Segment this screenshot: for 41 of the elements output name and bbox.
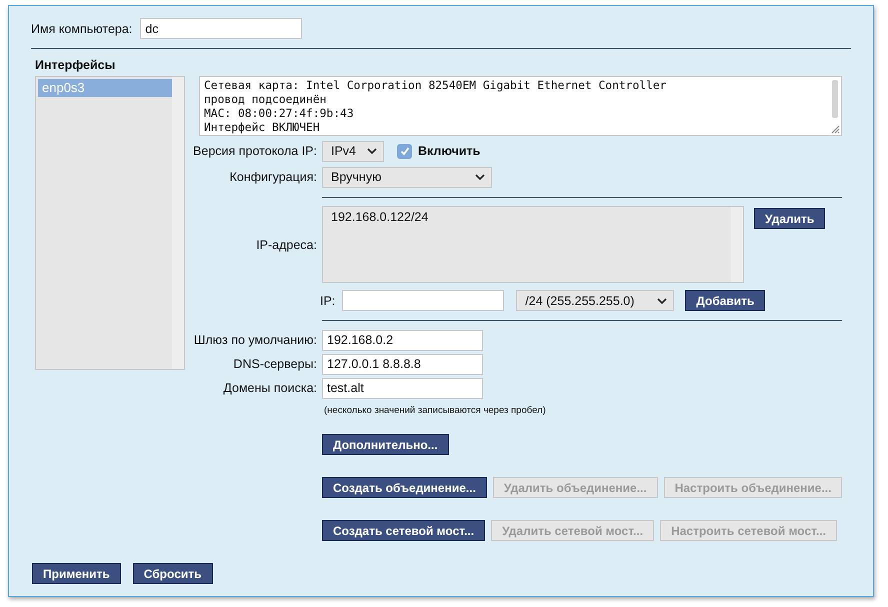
ip-field[interactable] bbox=[342, 290, 504, 311]
enable-checkbox[interactable] bbox=[397, 144, 412, 158]
info-line: Интерфейс ВКЛЮЧЕН bbox=[204, 121, 320, 135]
ip-address-item[interactable]: 192.168.0.122/24 bbox=[325, 209, 731, 225]
add-button[interactable]: Добавить bbox=[685, 290, 766, 311]
hostname-label: Имя компьютера: bbox=[31, 22, 132, 36]
configuration-dropdown[interactable]: Вручную bbox=[322, 166, 492, 188]
chevron-down-icon bbox=[475, 174, 485, 180]
field-label: Домены поиска: bbox=[222, 381, 317, 395]
hostname-field[interactable]: dc bbox=[140, 18, 302, 39]
action-button[interactable]: Создать объединение... bbox=[322, 477, 487, 498]
reset-button[interactable]: Сбросить bbox=[132, 563, 212, 584]
checkmark-icon bbox=[398, 145, 410, 157]
text-field[interactable]: 192.168.0.2 bbox=[322, 330, 483, 350]
more-button[interactable]: Дополнительно... bbox=[322, 434, 449, 455]
text-field[interactable]: test.alt bbox=[322, 378, 483, 398]
hint-text: (несколько значений записываются через пробел) bbox=[324, 405, 547, 416]
ip-version-label: Версия протокола IP: bbox=[192, 144, 317, 158]
field-label: DNS-серверы: bbox=[232, 357, 317, 371]
ip-label: IP: bbox=[320, 294, 336, 308]
resize-grip-icon[interactable] bbox=[831, 125, 840, 134]
ip-version-dropdown[interactable]: IPv4 bbox=[322, 140, 384, 162]
chevron-down-icon bbox=[367, 148, 377, 154]
interfaces-heading: Интерфейсы bbox=[35, 58, 116, 72]
field-label: Шлюз по умолчанию: bbox=[192, 333, 317, 347]
info-line: MAC: 08:00:27:4f:9b:43 bbox=[204, 107, 354, 121]
info-line: Сетевая карта: Intel Corporation 82540EM Gigabit Ethernet Controller bbox=[204, 79, 666, 93]
configuration-label: Конфигурация: bbox=[228, 170, 317, 184]
enable-label: Включить bbox=[418, 144, 480, 158]
ip-addresses-label: IP-адреса: bbox=[255, 238, 317, 252]
scrollbar[interactable] bbox=[832, 80, 838, 118]
info-line: провод подсоединён bbox=[204, 93, 326, 107]
action-button[interactable]: Создать сетевой мост... bbox=[322, 520, 486, 541]
mask-dropdown[interactable]: /24 (255.255.255.0) bbox=[516, 290, 674, 311]
delete-button[interactable]: Удалить bbox=[754, 208, 826, 229]
apply-button[interactable]: Применить bbox=[32, 563, 121, 584]
text-field[interactable]: 127.0.0.1 8.8.8.8 bbox=[322, 354, 483, 374]
scrollbar-track[interactable] bbox=[731, 207, 743, 282]
chevron-down-icon bbox=[657, 298, 668, 304]
interface-info-box[interactable]: Сетевая карта: Intel Corporation 82540EM Gigabit Ethernet Controller провод подсоединён MAC: 08:00:27:4f:9b:43 Интерфейс ВКЛЮЧЕН bbox=[199, 76, 842, 136]
scrollbar-track[interactable] bbox=[172, 77, 184, 369]
